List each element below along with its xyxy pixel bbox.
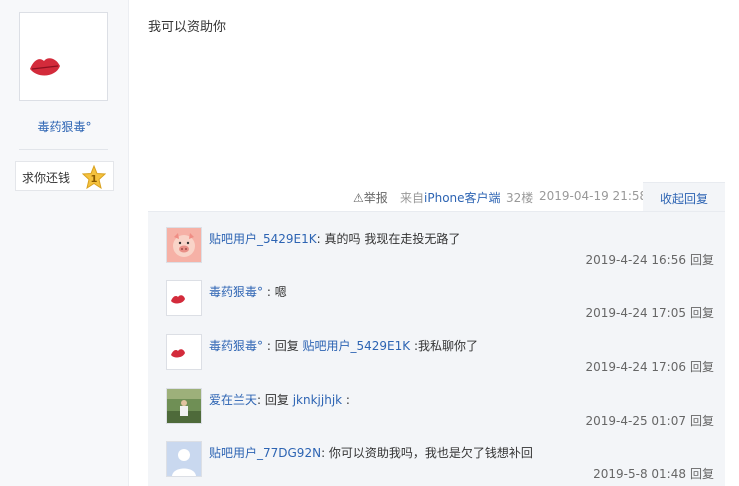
reply-button[interactable]: 回复 (690, 360, 714, 374)
author-sidebar: 毒药狠毒° 求你还钱 1 (0, 0, 129, 486)
reply-word: 回复 (270, 339, 303, 353)
default-avatar-icon[interactable] (166, 441, 202, 477)
reply-word: 回复 (261, 393, 293, 407)
warning-icon: ⚠ (353, 191, 364, 205)
reply-time: 2019-4-24 17:05 (585, 306, 686, 320)
poster-avatar[interactable] (19, 12, 108, 101)
reply-body: : (342, 393, 350, 407)
source-client-link[interactable]: iPhone客户端 (424, 191, 501, 205)
reply-user-link[interactable]: 贴吧用户_5429E1K (209, 232, 317, 246)
reply-user-link[interactable]: 爱在兰天 (209, 393, 257, 407)
photo-avatar-icon[interactable] (166, 388, 202, 424)
level-title: 求你还钱 (22, 171, 71, 185)
reply-button[interactable]: 回复 (690, 414, 714, 428)
reply-meta: 2019-4-24 17:06 回复 (585, 358, 714, 375)
reply-body: 真的吗 我现在走投无路了 (320, 232, 461, 246)
level-star-icon: 1 (82, 165, 106, 189)
reply-meta: 2019-4-24 16:56 回复 (585, 251, 714, 268)
lips-avatar-icon[interactable] (166, 334, 202, 370)
report-link[interactable]: ⚠举报 (353, 189, 388, 205)
post-time: 2019-04-19 21:58 (539, 189, 648, 203)
reply-time: 2019-5-8 01:48 (593, 467, 686, 481)
level-number: 1 (91, 174, 98, 185)
poster-name[interactable]: 毒药狠毒° (0, 118, 129, 135)
reply-meta: 2019-5-8 01:48 回复 (593, 465, 714, 482)
pig-avatar-icon[interactable] (166, 227, 202, 263)
report-label: 举报 (363, 191, 388, 205)
reply-user-link[interactable]: 贴吧用户_77DG92N (209, 446, 321, 460)
reply-text: 毒药狠毒° : 嗯 (209, 283, 287, 300)
reply-body: 你可以资助我吗，我也是欠了钱想补回 (325, 446, 533, 460)
reply-meta: 2019-4-24 17:05 回复 (585, 304, 714, 321)
reply-button[interactable]: 回复 (690, 467, 714, 481)
reply-button[interactable]: 回复 (690, 306, 714, 320)
reply-button[interactable]: 回复 (690, 253, 714, 267)
reply-separator: : (263, 285, 271, 299)
reply-text: 贴吧用户_77DG92N: 你可以资助我吗，我也是欠了钱想补回 (209, 444, 533, 461)
lips-avatar-icon[interactable] (166, 280, 202, 316)
post-source: 来自iPhone客户端 (400, 189, 501, 205)
reply-user-link[interactable]: 毒药狠毒° (209, 285, 263, 299)
reply-meta: 2019-4-25 01:07 回复 (585, 412, 714, 429)
reply-separator: : (263, 339, 271, 353)
reply-body: 嗯 (270, 285, 287, 299)
reply-text: 贴吧用户_5429E1K: 真的吗 我现在走投无路了 (209, 230, 460, 247)
reply-target-link[interactable]: 贴吧用户_5429E1K (303, 339, 411, 353)
reply-list: 贴吧用户_5429E1K: 真的吗 我现在走投无路了 2019-4-24 16:… (148, 211, 725, 486)
reply-text: 爱在兰天: 回复 jknkjjhjk : (209, 391, 350, 408)
level-badge[interactable]: 求你还钱 1 (15, 161, 114, 191)
reply-time: 2019-4-24 16:56 (585, 253, 686, 267)
reply-body: :我私聊你了 (410, 339, 479, 353)
reply-time: 2019-4-24 17:06 (585, 360, 686, 374)
reply-target-link[interactable]: jknkjjhjk (293, 393, 342, 407)
post-content: 我可以资助你 (148, 20, 227, 35)
post-floor: 32楼 (506, 191, 534, 205)
lips-icon (30, 58, 60, 76)
source-prefix: 来自 (400, 191, 425, 205)
reply-time: 2019-4-25 01:07 (585, 414, 686, 428)
reply-text: 毒药狠毒° : 回复 贴吧用户_5429E1K :我私聊你了 (209, 337, 478, 354)
collapse-replies-button[interactable]: 收起回复 (643, 182, 725, 212)
sidebar-divider (19, 149, 108, 150)
reply-user-link[interactable]: 毒药狠毒° (209, 339, 263, 353)
